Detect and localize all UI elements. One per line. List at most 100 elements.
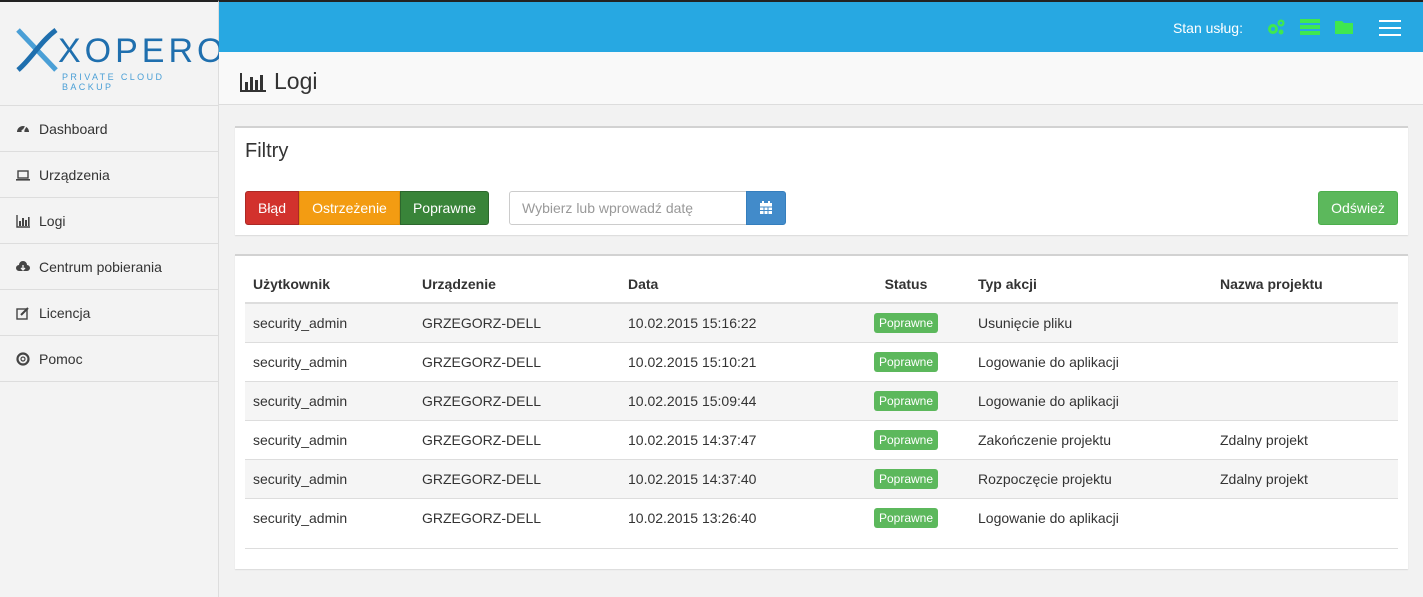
cell-action-type: Rozpoczęcie projektu — [970, 458, 1212, 498]
cell-status: Poprawne — [842, 419, 970, 459]
cell-action-type: Logowanie do aplikacji — [970, 341, 1212, 381]
cell-project-name — [1212, 302, 1398, 342]
cell-date: 10.02.2015 14:37:47 — [620, 419, 842, 459]
cell-project-name — [1212, 497, 1398, 537]
column-header-action-type[interactable]: Typ akcji — [970, 266, 1212, 304]
status-badge: Poprawne — [873, 351, 939, 372]
cell-user: security_admin — [245, 341, 414, 381]
filter-error-button[interactable]: Błąd — [245, 191, 299, 225]
lifebuoy-icon — [16, 351, 30, 366]
cell-action-type: Zakończenie projektu — [970, 419, 1212, 459]
sidebar-item-dashboard[interactable]: Dashboard — [0, 106, 218, 152]
sidebar-item-label: Licencja — [39, 304, 91, 321]
logo[interactable]: XOPERO PRIVATE CLOUD BACKUP — [0, 2, 223, 106]
cell-date: 10.02.2015 13:26:40 — [620, 497, 842, 537]
cell-status: Poprawne — [842, 341, 970, 381]
sidebar-item-download-center[interactable]: Centrum pobierania — [0, 244, 218, 290]
column-header-status[interactable]: Status — [842, 266, 970, 304]
bar-chart-icon — [240, 72, 266, 92]
sidebar-item-label: Centrum pobierania — [39, 258, 162, 275]
status-badge: Poprawne — [873, 429, 939, 450]
column-header-project-name[interactable]: Nazwa projektu — [1212, 266, 1398, 304]
cell-device: GRZEGORZ-DELL — [414, 497, 620, 537]
bar-chart-icon — [16, 214, 30, 228]
page-title: Logi — [240, 68, 317, 95]
status-badge: Poprawne — [873, 390, 939, 411]
status-badge: Poprawne — [873, 468, 939, 489]
cell-project-name: Zdalny projekt — [1212, 419, 1398, 459]
table-row[interactable]: security_admin GRZEGORZ-DELL 10.02.2015 … — [245, 419, 1398, 459]
table-row[interactable]: security_admin GRZEGORZ-DELL 10.02.2015 … — [245, 458, 1398, 498]
logs-panel: Użytkownik Urządzenie Data Status Typ ak… — [235, 254, 1408, 569]
cell-project-name — [1212, 341, 1398, 381]
cell-device: GRZEGORZ-DELL — [414, 380, 620, 420]
logs-table: Użytkownik Urządzenie Data Status Typ ak… — [245, 266, 1398, 537]
cell-user: security_admin — [245, 419, 414, 459]
cell-user: security_admin — [245, 380, 414, 420]
cell-action-type: Logowanie do aplikacji — [970, 380, 1212, 420]
cell-device: GRZEGORZ-DELL — [414, 341, 620, 381]
date-input[interactable] — [509, 191, 747, 225]
cell-date: 10.02.2015 15:09:44 — [620, 380, 842, 420]
menu-toggle-button[interactable] — [1379, 20, 1401, 41]
status-badge: Poprawne — [873, 507, 939, 528]
filters-panel: Filtry Błąd Ostrzeżenie Poprawne Odśwież — [235, 126, 1408, 235]
sidebar-item-label: Urządzenia — [39, 166, 110, 183]
sidebar-item-label: Pomoc — [39, 350, 83, 367]
sidebar-item-logs[interactable]: Logi — [0, 198, 218, 244]
sidebar-item-license[interactable]: Licencja — [0, 290, 218, 336]
gears-icon[interactable] — [1266, 18, 1286, 41]
cell-date: 10.02.2015 15:10:21 — [620, 341, 842, 381]
cell-status: Poprawne — [842, 380, 970, 420]
sidebar-item-label: Logi — [39, 212, 66, 229]
page-header: Logi — [219, 52, 1423, 105]
status-badge: Poprawne — [873, 312, 939, 333]
cell-device: GRZEGORZ-DELL — [414, 302, 620, 342]
top-navbar: Stan usług: — [219, 0, 1423, 52]
calendar-button[interactable] — [746, 191, 786, 225]
server-icon[interactable] — [1300, 18, 1320, 41]
edit-icon — [16, 306, 30, 320]
filter-ok-button[interactable]: Poprawne — [400, 191, 489, 225]
cell-device: GRZEGORZ-DELL — [414, 419, 620, 459]
cell-action-type: Logowanie do aplikacji — [970, 497, 1212, 537]
logo-x-icon — [16, 28, 58, 72]
service-status-label: Stan usług: — [1172, 20, 1243, 36]
sidebar-item-help[interactable]: Pomoc — [0, 336, 218, 382]
cell-action-type: Usunięcie pliku — [970, 302, 1212, 342]
sidebar-item-label: Dashboard — [39, 120, 108, 137]
table-row[interactable]: security_admin GRZEGORZ-DELL 10.02.2015 … — [245, 341, 1398, 381]
laptop-icon — [16, 168, 30, 182]
sidebar-item-devices[interactable]: Urządzenia — [0, 152, 218, 198]
calendar-icon — [760, 201, 772, 214]
cell-status: Poprawne — [842, 497, 970, 537]
cell-user: security_admin — [245, 497, 414, 537]
column-header-device[interactable]: Urządzenie — [414, 266, 620, 304]
sidebar: XOPERO PRIVATE CLOUD BACKUP Dashboard Ur… — [0, 0, 223, 597]
cell-project-name: Zdalny projekt — [1212, 458, 1398, 498]
table-row[interactable]: security_admin GRZEGORZ-DELL 10.02.2015 … — [245, 380, 1398, 420]
refresh-button[interactable]: Odśwież — [1318, 191, 1398, 225]
column-header-date[interactable]: Data — [620, 266, 842, 304]
logo-subtitle: PRIVATE CLOUD BACKUP — [62, 72, 165, 92]
page-title-text: Logi — [274, 68, 318, 94]
cell-user: security_admin — [245, 302, 414, 342]
cell-project-name — [1212, 380, 1398, 420]
cloud-download-icon — [16, 260, 30, 274]
cell-device: GRZEGORZ-DELL — [414, 458, 620, 498]
table-row[interactable]: security_admin GRZEGORZ-DELL 10.02.2015 … — [245, 302, 1398, 342]
cell-status: Poprawne — [842, 302, 970, 342]
cell-status: Poprawne — [842, 458, 970, 498]
filter-warning-button[interactable]: Ostrzeżenie — [299, 191, 400, 225]
cell-user: security_admin — [245, 458, 414, 498]
filters-title: Filtry — [245, 140, 289, 162]
table-footer-divider — [245, 548, 1398, 549]
dashboard-icon — [16, 122, 30, 136]
logo-text: XOPERO — [58, 32, 228, 70]
folder-icon[interactable] — [1334, 18, 1354, 41]
table-row[interactable]: security_admin GRZEGORZ-DELL 10.02.2015 … — [245, 497, 1398, 537]
cell-date: 10.02.2015 14:37:40 — [620, 458, 842, 498]
cell-date: 10.02.2015 15:16:22 — [620, 302, 842, 342]
table-header-row: Użytkownik Urządzenie Data Status Typ ak… — [245, 266, 1398, 304]
column-header-user[interactable]: Użytkownik — [245, 266, 414, 304]
